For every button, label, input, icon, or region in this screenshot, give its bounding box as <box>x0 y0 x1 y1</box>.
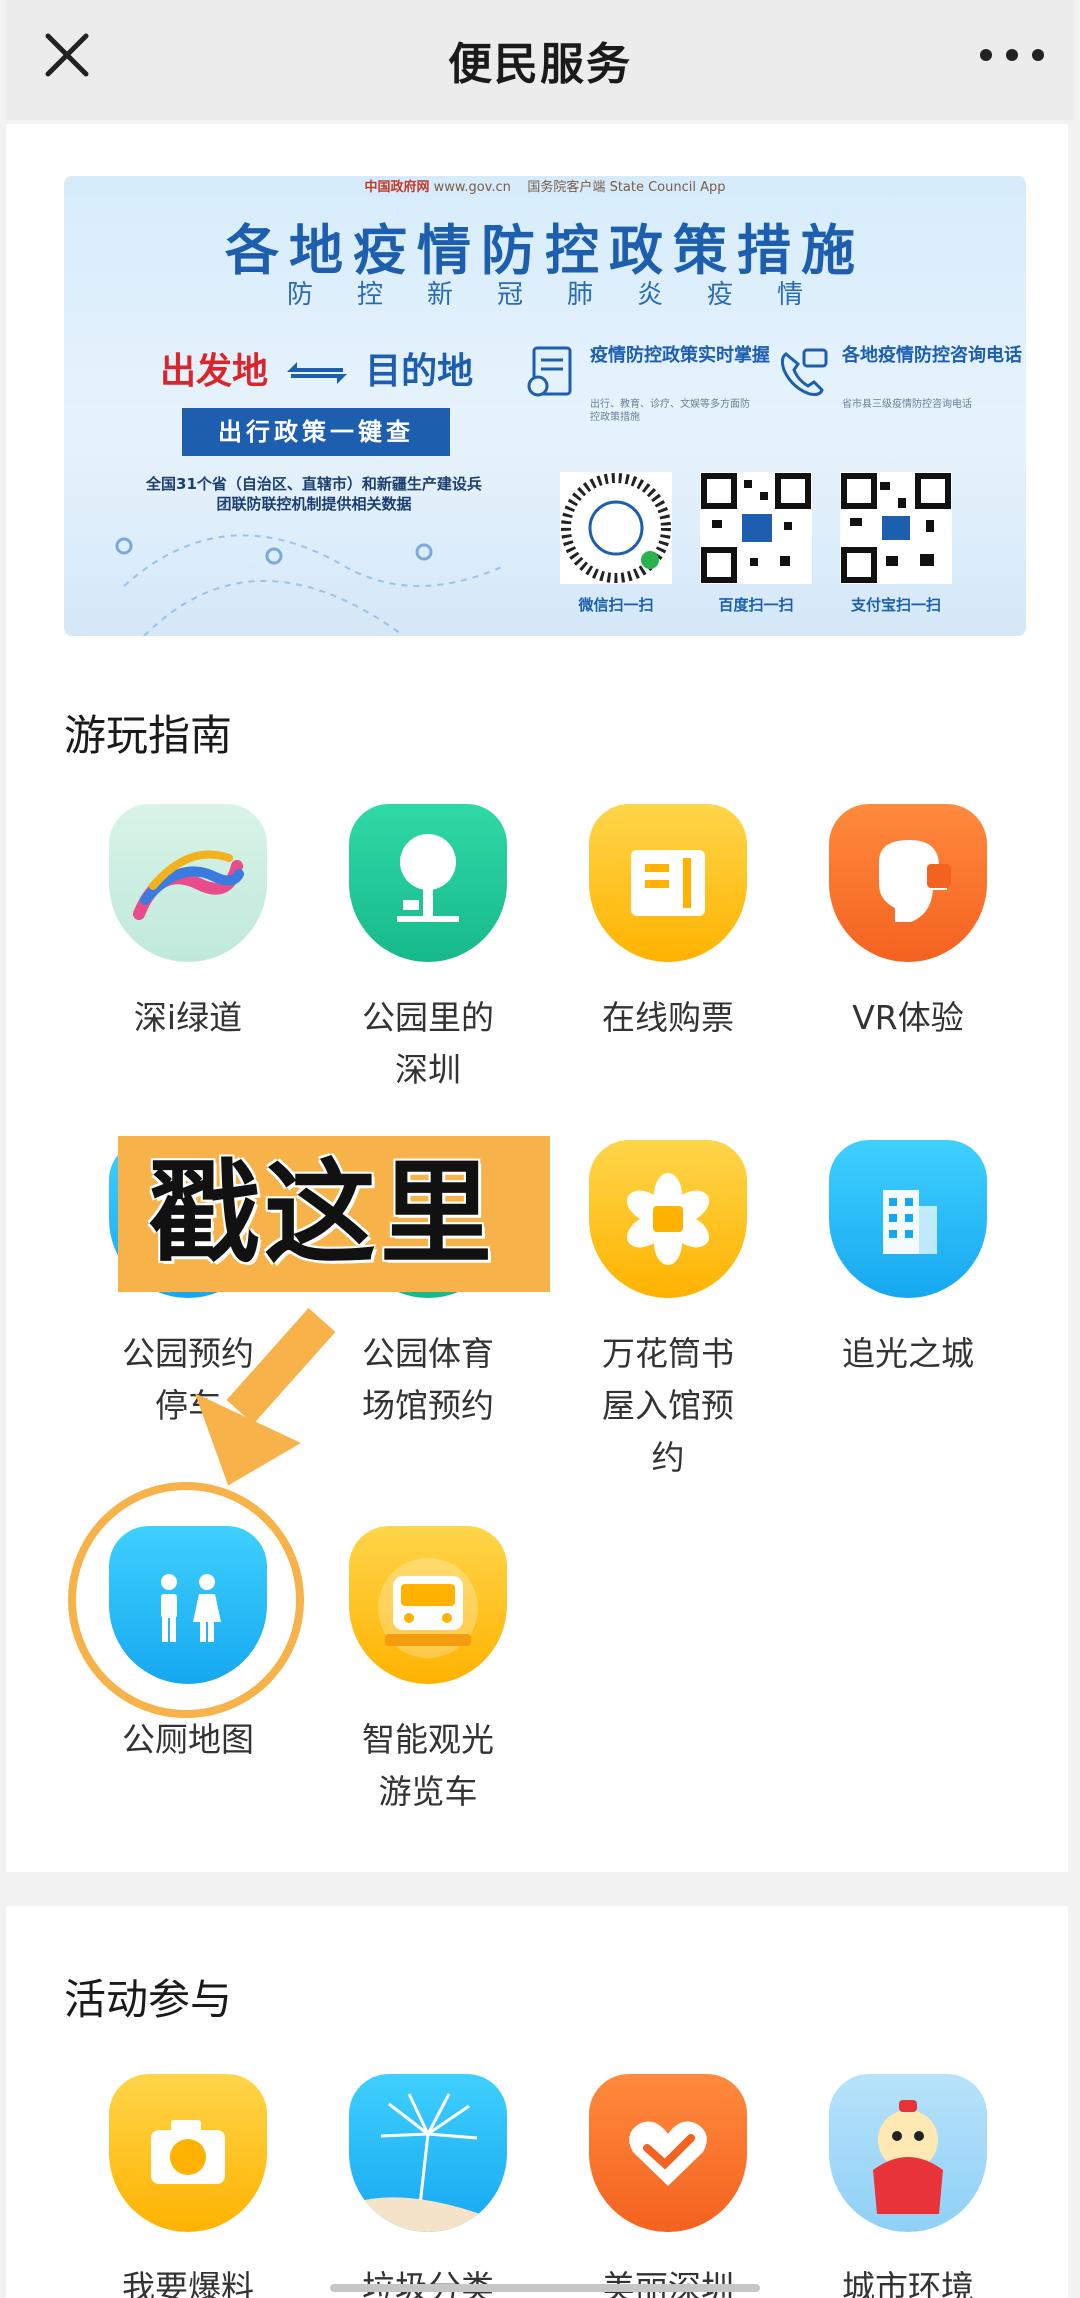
dandelion-icon <box>349 2074 507 2232</box>
vr-headset-icon <box>829 804 987 962</box>
phone-icon <box>780 348 828 396</box>
tap-here-callout: 戳这里 <box>118 1136 550 1292</box>
more-menu-icon[interactable] <box>980 30 1044 80</box>
one-click-button[interactable]: 出行政策一键查 <box>182 408 450 456</box>
alipay-qr-code[interactable] <box>840 472 952 584</box>
top-bar: 便民服务 <box>6 0 1074 120</box>
route-label: 出发地 目的地 <box>160 351 474 392</box>
swap-arrow-icon <box>286 362 347 384</box>
tour-bus-icon <box>349 1526 507 1684</box>
greenway-icon <box>109 804 267 962</box>
wechat-qr-code[interactable] <box>560 472 672 584</box>
app-city-environment[interactable]: 城市环境 <box>788 2074 1028 2298</box>
city-building-icon <box>829 1140 987 1298</box>
activity-section: 活动参与 我要爆料 垃圾分类 美丽深圳 城市环境 <box>6 1906 1068 2298</box>
route-map-decoration <box>115 534 505 636</box>
banner-subtitle: 防控新冠肺炎疫情 <box>286 280 847 310</box>
epidemic-policy-banner[interactable]: 中国政府网 www.gov.cn 国务院客户端 State Council Ap… <box>64 176 1026 636</box>
activity-title: 活动参与 <box>64 1975 233 2024</box>
gov-header: 中国政府网 www.gov.cn 国务院客户端 State Council Ap… <box>364 180 726 195</box>
guide-title: 游玩指南 <box>64 711 233 760</box>
close-icon[interactable] <box>40 28 94 82</box>
app-garbage-sorting[interactable]: 垃圾分类 <box>308 2074 548 2298</box>
page-title: 便民服务 <box>448 39 632 90</box>
app-park-shenzhen[interactable]: 公园里的深圳 <box>308 804 548 1096</box>
app-online-ticket[interactable]: 在线购票 <box>548 804 788 1044</box>
scrollbar[interactable] <box>330 2284 760 2292</box>
guide-section: 中国政府网 www.gov.cn 国务院客户端 State Council Ap… <box>6 124 1068 1872</box>
app-tour-bus[interactable]: 智能观光游览车 <box>308 1526 548 1818</box>
baidu-qr-code[interactable] <box>700 472 812 584</box>
mascot-icon <box>829 2074 987 2232</box>
app-kaleidoscope-book[interactable]: 万花筒书屋入馆预约 <box>548 1140 788 1484</box>
kaleidoscope-book-icon <box>589 1140 747 1298</box>
heart-hand-icon <box>589 2074 747 2232</box>
app-vr-experience[interactable]: VR体验 <box>788 804 1028 1044</box>
document-icon <box>527 346 572 397</box>
app-toilet-map[interactable]: 公厕地图 <box>68 1526 308 1766</box>
park-tree-icon <box>349 804 507 962</box>
ticket-icon <box>589 804 747 962</box>
camera-icon <box>109 2074 267 2232</box>
app-beautiful-shenzhen[interactable]: 美丽深圳 <box>548 2074 788 2298</box>
app-report[interactable]: 我要爆料 <box>68 2074 308 2298</box>
toilet-icon <box>109 1526 267 1684</box>
app-greenway[interactable]: 深i绿道 <box>68 804 308 1044</box>
app-city-of-light[interactable]: 追光之城 <box>788 1140 1028 1380</box>
